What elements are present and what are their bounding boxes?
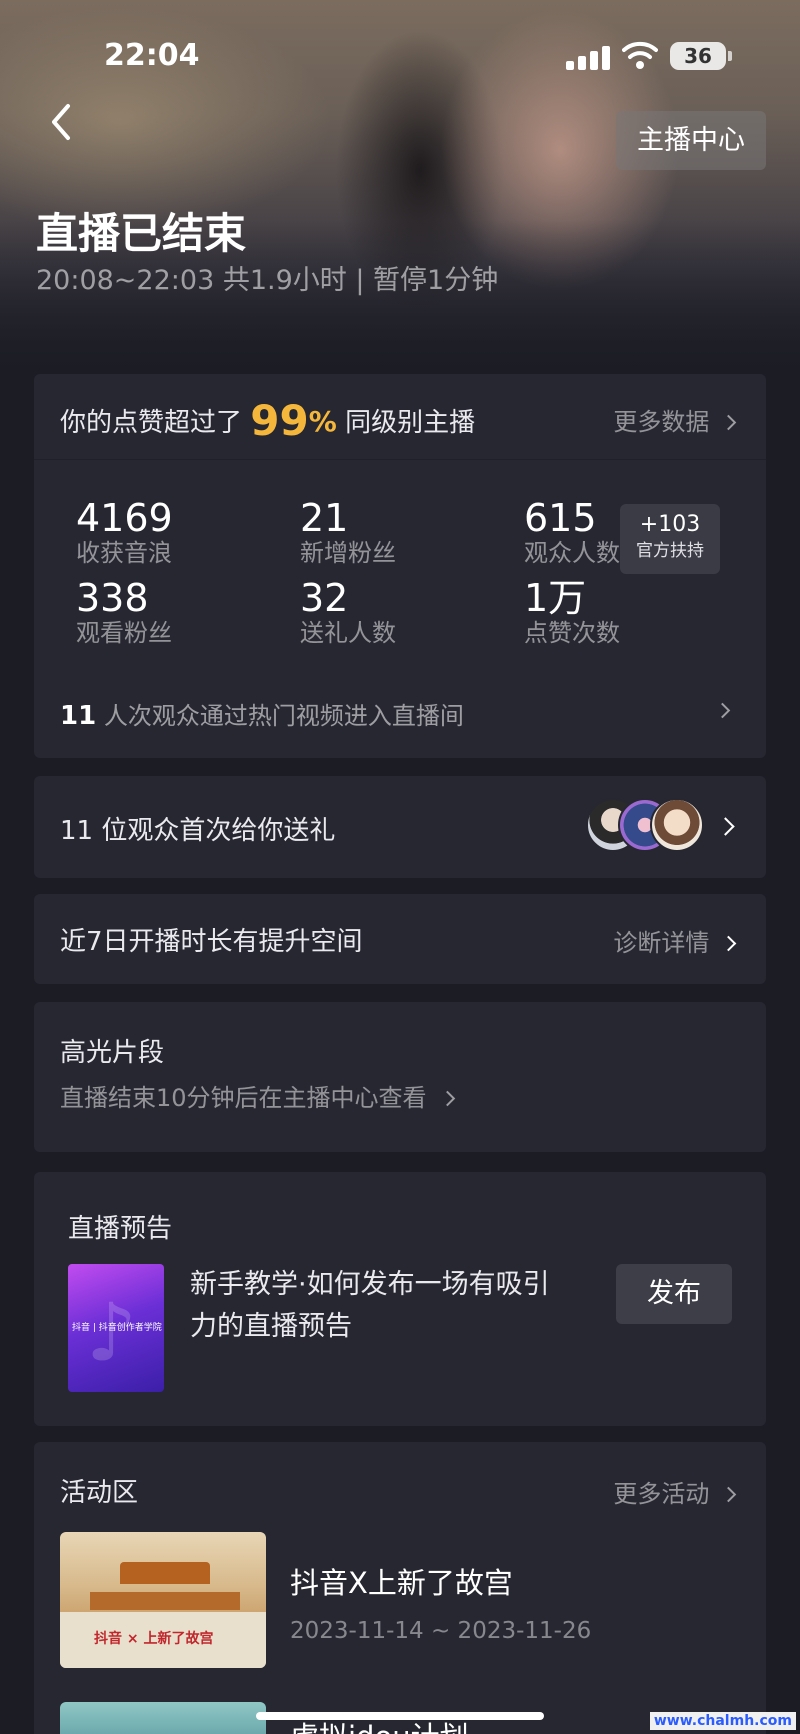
status-time: 22:04 (104, 38, 200, 73)
chevron-right-icon (714, 702, 731, 719)
like-ranking-text: 你的点赞超过了 99% 同级别主播 (60, 396, 476, 445)
activity-title[interactable]: 抖音X上新了故宫 (290, 1560, 513, 1602)
wifi-icon (622, 41, 658, 69)
stat-fan-viewers: 338 观看粉丝 (76, 576, 172, 647)
diagnosis-details-link[interactable]: 诊断详情 (613, 923, 737, 958)
stat-new-followers: 21 新增粉丝 (300, 496, 396, 567)
live-preview-card: 直播预告 ♪ 抖音 | 抖音创作者学院 新手教学·如何发布一场有吸引力的直播预告… (34, 1172, 766, 1426)
cellular-signal-icon (566, 44, 610, 70)
like-ranking-row[interactable]: 你的点赞超过了 99% 同级别主播 更多数据 (34, 374, 766, 460)
tutorial-title[interactable]: 新手教学·如何发布一场有吸引力的直播预告 (190, 1264, 570, 1348)
activities-card: 活动区 更多活动 抖音 × 上新了故宫 抖音X上新了故宫 2023-11-14 … (34, 1442, 766, 1734)
battery-icon: 36 (670, 42, 732, 70)
stat-sound-waves: 4169 收获音浪 (76, 496, 173, 567)
stat-gift-senders: 32 送礼人数 (300, 576, 396, 647)
live-stats-card: 你的点赞超过了 99% 同级别主播 更多数据 4169 收获音浪 21 新增粉丝… (34, 374, 766, 758)
highlights-link[interactable]: 直播结束10分钟后在主播中心查看 (60, 1078, 456, 1113)
watermark: www.chalmh.com (649, 1712, 796, 1730)
stat-likes: 1万 点赞次数 (524, 576, 620, 647)
chevron-right-icon (439, 1090, 456, 1107)
chevron-right-icon (720, 1486, 737, 1503)
chevron-right-icon (720, 414, 737, 431)
first-gift-text: 11 位观众首次给你送礼 (60, 816, 336, 846)
activity-date: 2023-11-14 ~ 2023-11-26 (290, 1618, 592, 1644)
first-gift-card[interactable]: 11 位观众首次给你送礼 (34, 776, 766, 878)
status-bar: 22:04 36 (0, 34, 800, 74)
publish-button[interactable]: 发布 (616, 1264, 732, 1324)
chevron-right-icon (716, 817, 735, 836)
page-title: 直播已结束 (36, 209, 247, 258)
hot-video-entry-row[interactable]: 11 人次观众通过热门视频进入直播间 (60, 696, 464, 731)
activity-thumbnail[interactable]: 抖音 × 上新了故宫 (60, 1532, 266, 1668)
activity-thumbnail[interactable] (60, 1702, 266, 1734)
improvement-card[interactable]: 近7日开播时长有提升空间 诊断详情 (34, 894, 766, 984)
back-arrow-icon[interactable] (42, 100, 82, 144)
highlights-card: 高光片段 直播结束10分钟后在主播中心查看 (34, 1002, 766, 1152)
more-data-link[interactable]: 更多数据 (613, 402, 737, 437)
home-indicator[interactable] (256, 1712, 544, 1720)
host-center-button[interactable]: 主播中心 (616, 111, 766, 170)
more-activities-link[interactable]: 更多活动 (613, 1474, 737, 1509)
tutorial-thumbnail[interactable]: ♪ 抖音 | 抖音创作者学院 (68, 1264, 164, 1392)
official-support-badge: +103 官方扶持 (620, 504, 720, 574)
chevron-right-icon (720, 935, 737, 952)
avatar (650, 798, 704, 852)
gift-avatars (586, 798, 706, 854)
live-duration-summary: 20:08~22:03 共1.9小时 | 暂停1分钟 (36, 265, 499, 296)
activities-title: 活动区 (60, 1478, 139, 1508)
live-preview-title: 直播预告 (68, 1214, 173, 1244)
stat-viewers: 615 观众人数 (524, 496, 620, 567)
highlights-title: 高光片段 (60, 1038, 165, 1068)
like-ranking-percent: 99 (250, 396, 309, 445)
improvement-text: 近7日开播时长有提升空间 (60, 927, 363, 957)
